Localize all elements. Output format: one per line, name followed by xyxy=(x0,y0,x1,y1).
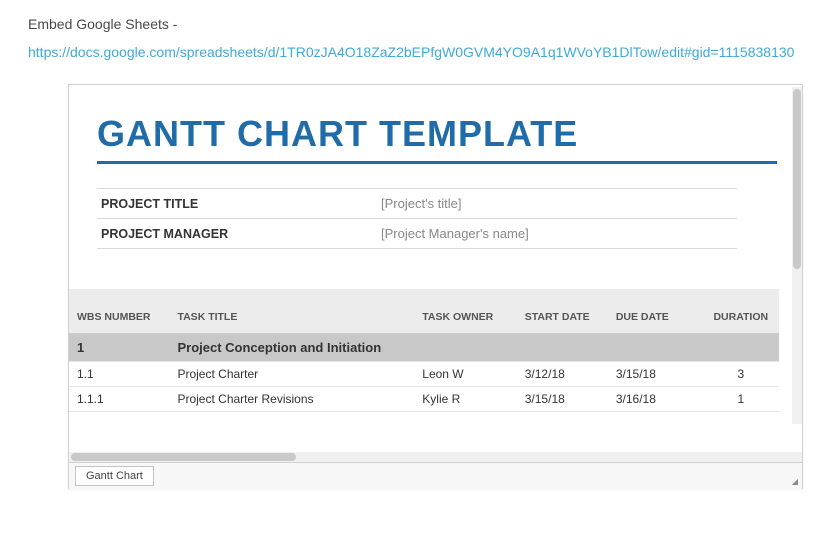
task-table: WBS NUMBER TASK TITLE TASK OWNER START D… xyxy=(69,289,779,412)
cell-task: Project Charter xyxy=(171,362,416,387)
meta-label: PROJECT MANAGER xyxy=(97,219,377,249)
page-root: Embed Google Sheets - https://docs.googl… xyxy=(0,0,835,489)
sheet-title: GANTT CHART TEMPLATE xyxy=(97,113,777,164)
meta-value: [Project's title] xyxy=(377,189,737,219)
cell-section-title: Project Conception and Initiation xyxy=(171,334,779,362)
resize-icon: ◢ xyxy=(792,477,798,486)
col-header-owner: TASK OWNER xyxy=(416,289,518,334)
col-header-duration: DURATION xyxy=(701,289,779,334)
col-header-task: TASK TITLE xyxy=(171,289,416,334)
col-header-wbs: WBS NUMBER xyxy=(69,289,171,334)
cell-start: 3/15/18 xyxy=(519,387,610,412)
task-row: 1.1 Project Charter Leon W 3/12/18 3/15/… xyxy=(69,362,779,387)
col-header-start: START DATE xyxy=(519,289,610,334)
sheet-tab-bar: Gantt Chart ◢ xyxy=(69,462,802,489)
vertical-scrollbar-track[interactable] xyxy=(792,87,802,424)
cell-duration: 1 xyxy=(701,387,779,412)
sheet-body: GANTT CHART TEMPLATE PROJECT TITLE [Proj… xyxy=(69,85,802,412)
meta-label: PROJECT TITLE xyxy=(97,189,377,219)
cell-wbs: 1 xyxy=(69,334,171,362)
task-table-wrap: WBS NUMBER TASK TITLE TASK OWNER START D… xyxy=(69,289,779,412)
horizontal-scrollbar-thumb[interactable] xyxy=(71,453,296,461)
cell-due: 3/16/18 xyxy=(610,387,701,412)
meta-value: [Project Manager's name] xyxy=(377,219,737,249)
task-header-row: WBS NUMBER TASK TITLE TASK OWNER START D… xyxy=(69,289,779,334)
sheet-tab[interactable]: Gantt Chart xyxy=(75,466,154,486)
cell-owner: Kylie R xyxy=(416,387,518,412)
cell-due: 3/15/18 xyxy=(610,362,701,387)
sheet-viewport: GANTT CHART TEMPLATE PROJECT TITLE [Proj… xyxy=(69,85,802,452)
sheet-url-link[interactable]: https://docs.google.com/spreadsheets/d/1… xyxy=(28,44,794,60)
sheets-embed: GANTT CHART TEMPLATE PROJECT TITLE [Proj… xyxy=(68,84,803,489)
cell-owner: Leon W xyxy=(416,362,518,387)
cell-duration: 3 xyxy=(701,362,779,387)
cell-start: 3/12/18 xyxy=(519,362,610,387)
project-meta-table: PROJECT TITLE [Project's title] PROJECT … xyxy=(97,188,737,249)
intro-text: Embed Google Sheets - xyxy=(28,16,807,32)
horizontal-scrollbar-track[interactable] xyxy=(69,452,802,462)
cell-wbs: 1.1.1 xyxy=(69,387,171,412)
col-header-due: DUE DATE xyxy=(610,289,701,334)
cell-wbs: 1.1 xyxy=(69,362,171,387)
task-row: 1.1.1 Project Charter Revisions Kylie R … xyxy=(69,387,779,412)
cell-task: Project Charter Revisions xyxy=(171,387,416,412)
meta-row: PROJECT MANAGER [Project Manager's name] xyxy=(97,219,737,249)
meta-row: PROJECT TITLE [Project's title] xyxy=(97,189,737,219)
vertical-scrollbar-thumb[interactable] xyxy=(793,89,801,269)
task-section-row: 1 Project Conception and Initiation xyxy=(69,334,779,362)
